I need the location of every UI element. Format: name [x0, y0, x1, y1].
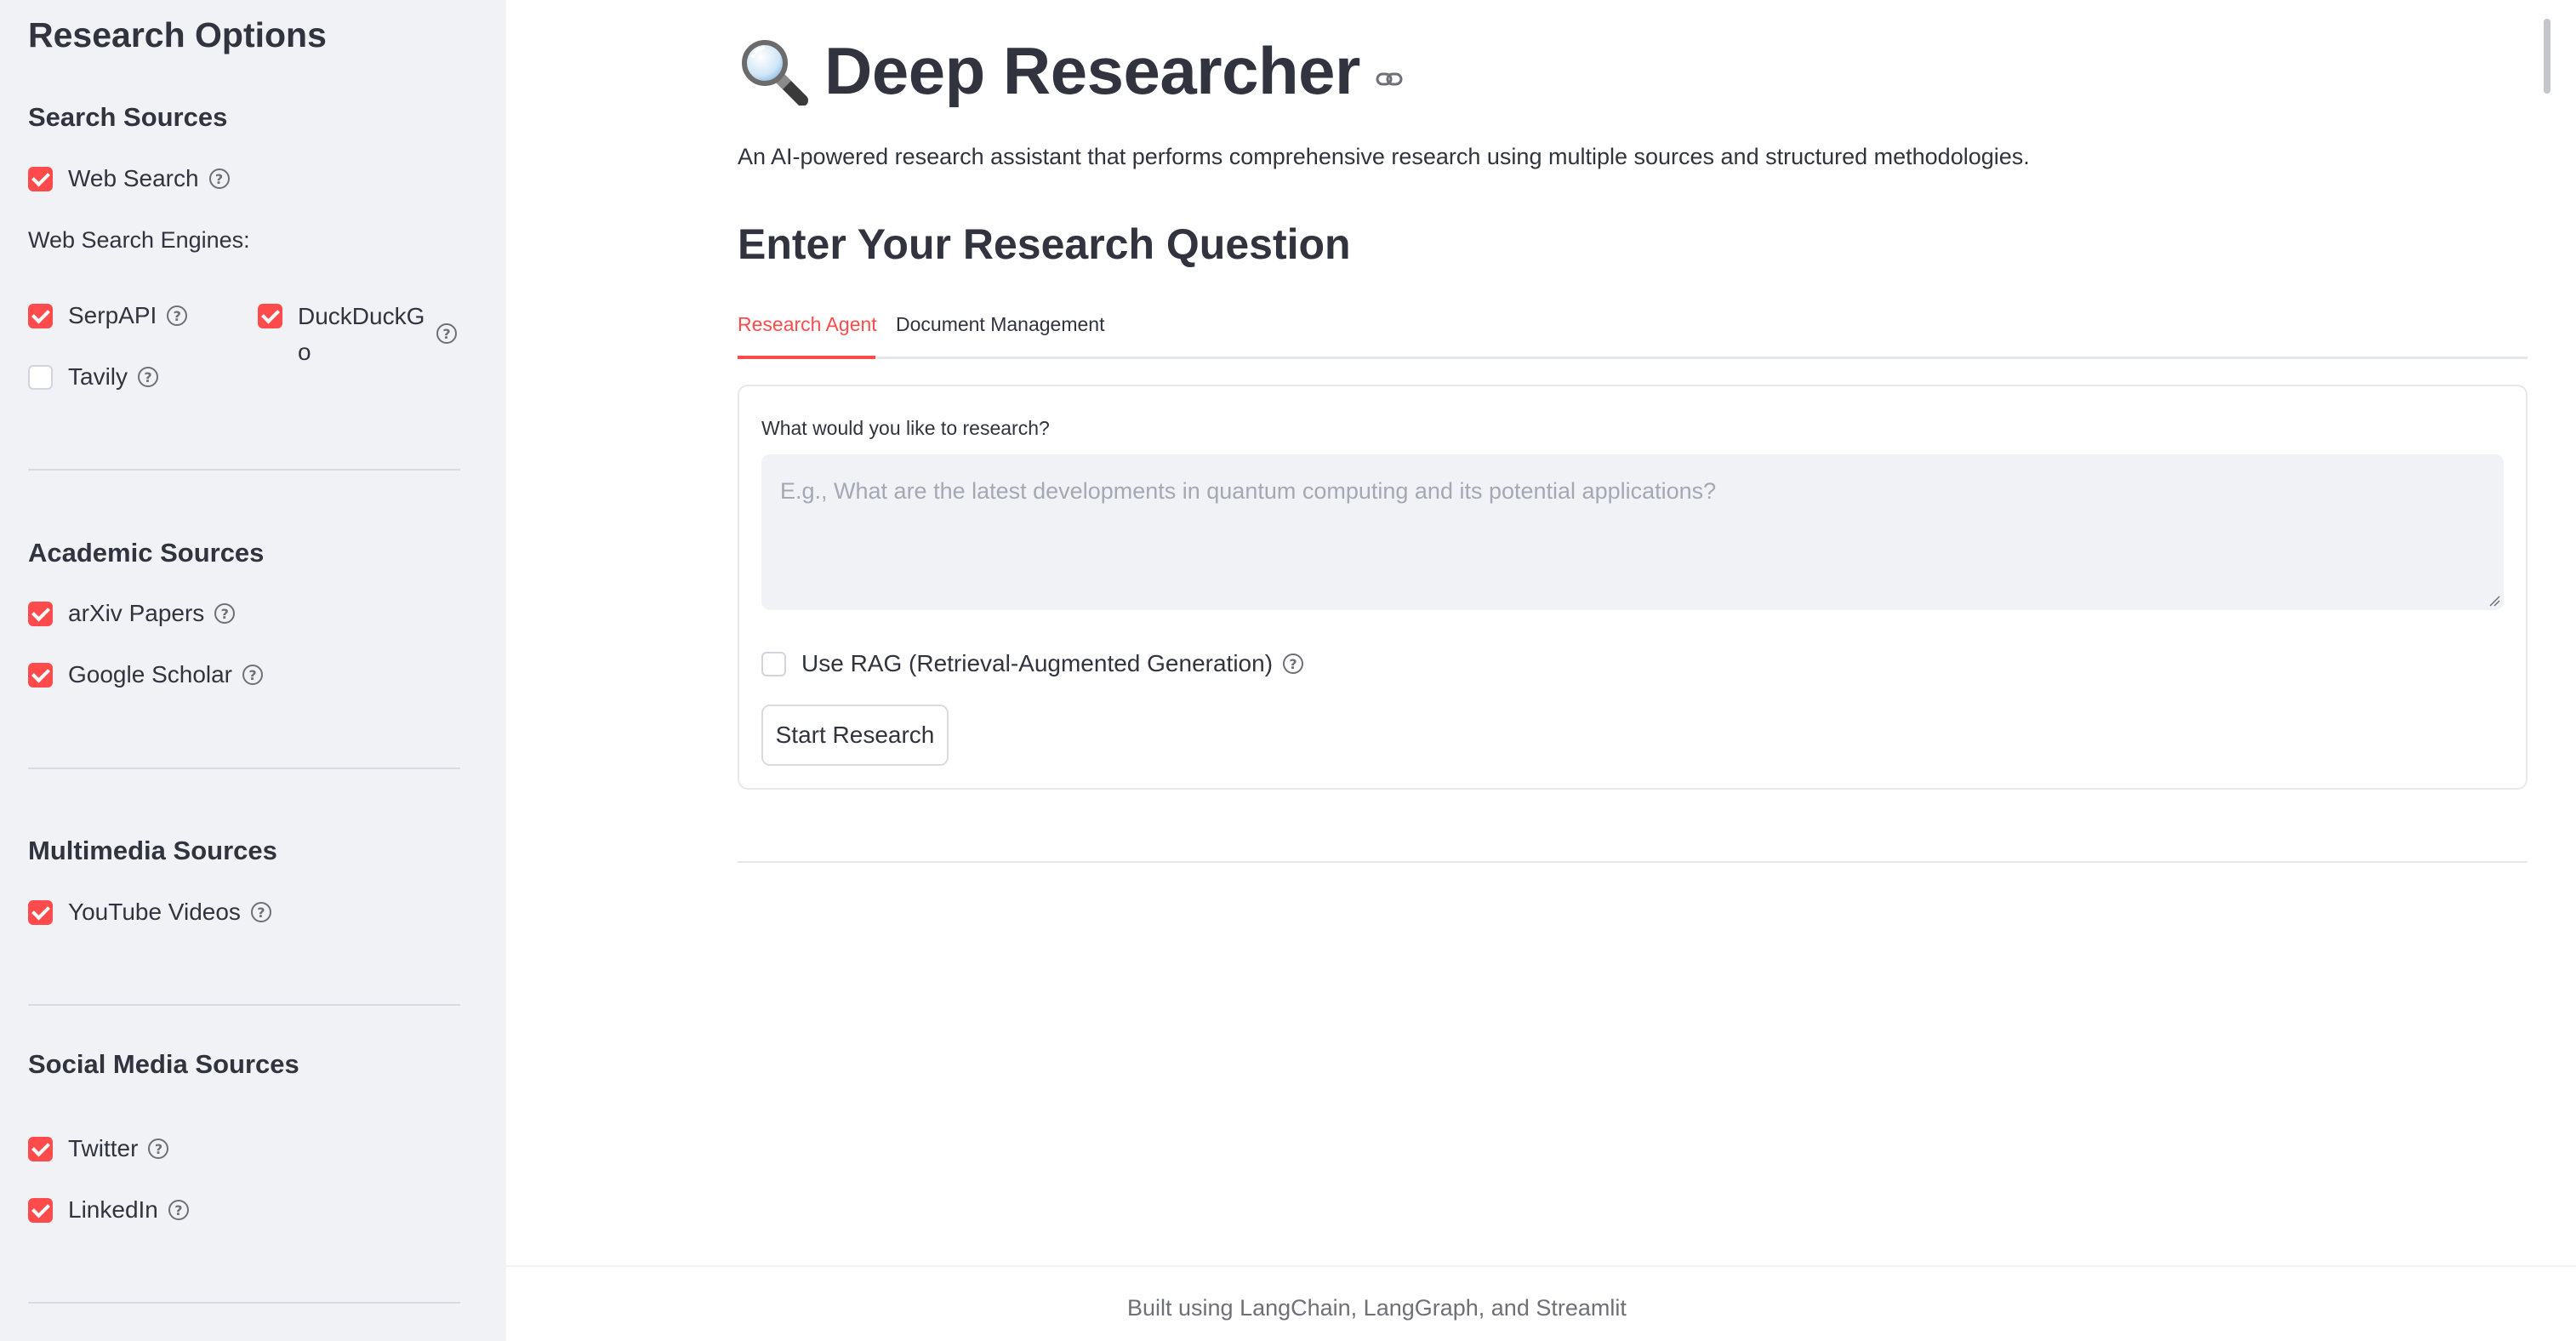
sidebar-title: Research Options	[28, 15, 327, 54]
footer-divider	[506, 1265, 2576, 1267]
checkbox-checked-icon[interactable]	[28, 601, 53, 626]
google-scholar-checkbox[interactable]: Google Scholar ?	[28, 658, 264, 692]
active-tab-indicator	[738, 356, 875, 359]
section-heading: Enter Your Research Question	[738, 220, 1351, 268]
youtube-label: YouTube Videos	[68, 899, 241, 925]
magnifying-glass-icon	[742, 39, 808, 106]
linkedin-label: LinkedIn	[68, 1196, 158, 1223]
start-research-button[interactable]: Start Research	[761, 705, 949, 766]
checkbox-checked-icon[interactable]	[28, 1197, 53, 1223]
web-search-label: Web Search	[68, 165, 199, 191]
footer-text: Built using LangChain, LangGraph, and St…	[1127, 1295, 1627, 1321]
help-icon[interactable]: ?	[242, 665, 264, 685]
academic-sources-heading: Academic Sources	[28, 538, 265, 568]
web-search-engines-label: Web Search Engines:	[28, 227, 250, 253]
page-subtitle: An AI-powered research assistant that pe…	[738, 144, 2030, 169]
help-icon[interactable]: ?	[208, 168, 230, 189]
web-search-checkbox[interactable]: Web Search ?	[28, 162, 230, 196]
content-divider	[738, 861, 2528, 863]
help-icon[interactable]: ?	[1283, 653, 1304, 674]
checkbox-checked-icon[interactable]	[28, 1136, 53, 1161]
checkbox-checked-icon[interactable]	[28, 899, 53, 925]
question-label: What would you like to research?	[761, 417, 1050, 439]
resize-handle-icon[interactable]	[2488, 595, 2500, 607]
duckduckgo-label: DuckDuckG o	[298, 299, 425, 370]
scrollbar-thumb[interactable]	[2544, 19, 2550, 94]
checkbox-checked-icon[interactable]	[28, 303, 53, 328]
page-title: Deep Researcher	[738, 32, 1403, 110]
checkbox-checked-icon[interactable]	[258, 304, 282, 328]
tab-research-agent[interactable]: Research Agent	[738, 313, 877, 336]
checkbox-unchecked-icon[interactable]	[761, 651, 786, 676]
sidebar-divider	[28, 1302, 460, 1304]
arxiv-checkbox[interactable]: arXiv Papers ?	[28, 596, 236, 631]
help-icon[interactable]: ?	[214, 603, 236, 624]
duckduckgo-checkbox[interactable]: DuckDuckG o	[258, 299, 425, 370]
multimedia-sources-heading: Multimedia Sources	[28, 836, 277, 865]
tavily-label: Tavily	[68, 363, 128, 390]
serpapi-label: SerpAPI	[68, 302, 157, 328]
twitter-label: Twitter	[68, 1135, 139, 1161]
help-icon[interactable]: ?	[148, 1138, 169, 1159]
sidebar: Research Options Search Sources Web Sear…	[0, 0, 506, 1341]
question-textarea[interactable]: E.g., What are the latest developments i…	[761, 454, 2504, 610]
arxiv-label: arXiv Papers	[68, 600, 205, 626]
checkbox-unchecked-icon[interactable]	[28, 364, 53, 390]
sidebar-divider	[28, 469, 460, 471]
checkbox-checked-icon[interactable]	[28, 662, 53, 688]
duckduckgo-label-line1: DuckDuckG	[298, 303, 425, 329]
app-window: Research Options Search Sources Web Sear…	[0, 0, 2576, 1341]
serpapi-checkbox[interactable]: SerpAPI ?	[28, 299, 188, 333]
google-scholar-label: Google Scholar	[68, 661, 233, 688]
tab-bar: Research Agent Document Management	[738, 310, 2528, 359]
tab-bar-divider	[738, 357, 2528, 359]
help-icon[interactable]: ?	[250, 902, 271, 922]
help-icon[interactable]: ?	[436, 323, 457, 344]
help-icon[interactable]: ?	[167, 305, 188, 326]
linkedin-checkbox[interactable]: LinkedIn ?	[28, 1193, 189, 1227]
question-placeholder: E.g., What are the latest developments i…	[780, 478, 1717, 504]
main-content: Deep Researcher An AI-powered research a…	[506, 0, 2576, 1341]
sidebar-divider	[28, 768, 460, 769]
help-icon[interactable]: ?	[138, 367, 159, 387]
help-icon[interactable]: ?	[168, 1200, 189, 1220]
duckduckgo-label-line2: o	[298, 339, 311, 365]
anchor-link-icon[interactable]	[1376, 71, 1403, 88]
sidebar-divider	[28, 1004, 460, 1006]
checkbox-checked-icon[interactable]	[28, 166, 53, 191]
social-media-sources-heading: Social Media Sources	[28, 1049, 299, 1079]
tavily-checkbox[interactable]: Tavily ?	[28, 360, 159, 394]
research-form: What would you like to research? E.g., W…	[738, 385, 2528, 790]
youtube-checkbox[interactable]: YouTube Videos ?	[28, 895, 271, 929]
use-rag-label: Use RAG (Retrieval-Augmented Generation)	[801, 650, 1274, 676]
search-sources-heading: Search Sources	[28, 102, 228, 132]
use-rag-checkbox[interactable]: Use RAG (Retrieval-Augmented Generation)…	[761, 647, 1304, 681]
page-title-text: Deep Researcher	[824, 33, 1360, 108]
twitter-checkbox[interactable]: Twitter ?	[28, 1132, 169, 1166]
tab-document-management[interactable]: Document Management	[896, 313, 1104, 336]
